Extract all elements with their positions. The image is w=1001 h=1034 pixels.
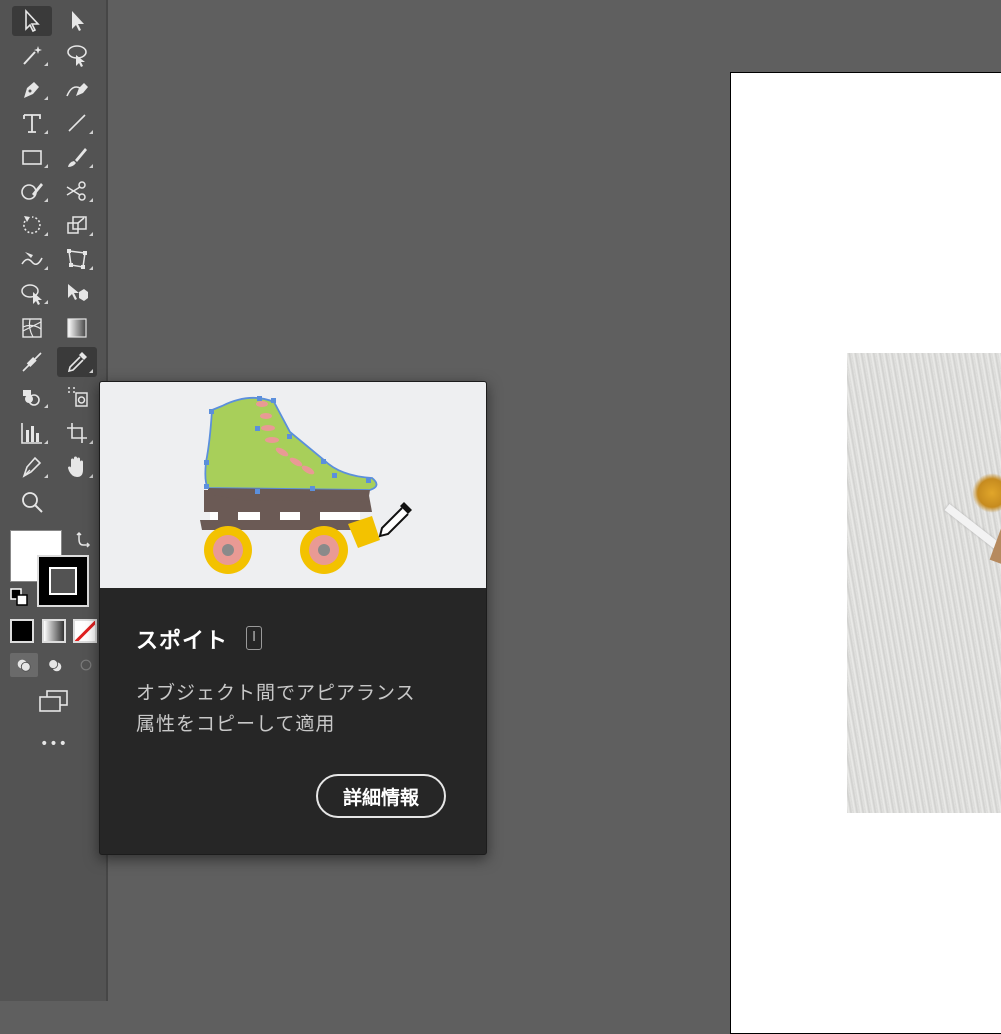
lasso-tool[interactable] (57, 40, 97, 70)
blend-tool-icon (22, 352, 42, 372)
line-segment-tool[interactable] (57, 108, 97, 138)
artboard-tool[interactable] (57, 382, 97, 412)
paintbrush-tool[interactable] (57, 142, 97, 172)
mesh-tool-icon (22, 318, 42, 338)
stroke-swatch[interactable] (37, 555, 89, 607)
hand-tool-icon (68, 456, 83, 477)
default-fill-stroke-icon[interactable] (10, 588, 28, 606)
gradient-tool[interactable] (57, 313, 97, 343)
symbol-sprayer-tool[interactable] (12, 382, 52, 412)
rectangle-tool[interactable] (12, 142, 52, 172)
roller-skate-illustration (200, 396, 412, 574)
scale-tool-icon (67, 216, 87, 234)
screen-mode-icon[interactable] (37, 688, 71, 714)
edit-toolbar-button[interactable]: ••• (38, 736, 70, 752)
tooltip-description-line: オブジェクト間でアピアランス (136, 682, 416, 704)
tooltip-title: スポイト (136, 629, 229, 654)
magic-wand-tool[interactable] (12, 40, 52, 70)
magic-wand-tool-icon (23, 46, 42, 65)
type-tool-icon (23, 114, 41, 133)
zoom-tool-icon (22, 492, 43, 513)
rectangle-tool-icon (22, 150, 42, 165)
free-transform-tool-icon (67, 249, 87, 269)
warp-tool-icon (21, 252, 43, 266)
symbol-sprayer-tool-icon (23, 390, 40, 406)
hand-tool[interactable] (57, 452, 97, 482)
column-graph-tool[interactable] (12, 418, 52, 448)
tooltip-illustration (100, 382, 486, 588)
draw-normal-button[interactable] (10, 653, 38, 677)
tooltip-shortcut-key: I (246, 626, 262, 650)
zoom-tool[interactable] (12, 487, 52, 517)
tooltip-description-line: 属性をコピーして適用 (136, 713, 336, 735)
selection-tool[interactable] (12, 6, 52, 36)
gradient-mode-button[interactable] (42, 619, 66, 643)
tool-tip-popup: スポイト I オブジェクト間でアピアランス 属性をコピーして適用 詳細情報 (99, 381, 487, 855)
direct-selection-tool[interactable] (57, 6, 97, 36)
eyedropper-tool-icon (67, 352, 87, 373)
selection-tool-icon (25, 8, 40, 33)
lasso-tool-icon (67, 45, 87, 67)
draw-behind-button[interactable] (41, 653, 69, 677)
column-graph-tool-icon (21, 423, 42, 444)
direct-selection-tool-icon (72, 11, 84, 31)
tools-panel: ••• (0, 0, 108, 1001)
mesh-tool[interactable] (12, 313, 52, 343)
learn-more-button[interactable]: 詳細情報 (316, 774, 446, 818)
scissors-tool[interactable] (57, 176, 97, 206)
crop-tool[interactable] (57, 418, 97, 448)
placed-photo[interactable] (847, 353, 1001, 813)
draw-behind-icon (48, 659, 62, 672)
line-segment-tool-icon (68, 114, 86, 132)
none-mode-button[interactable] (73, 619, 97, 643)
warp-tool[interactable] (12, 244, 52, 274)
blend-tool[interactable] (12, 347, 52, 377)
curvature-tool[interactable] (57, 74, 97, 104)
color-mode-button[interactable] (10, 619, 34, 643)
swap-fill-stroke-icon[interactable] (74, 530, 94, 550)
shaper-tool[interactable] (12, 176, 52, 206)
scissors-tool-icon (66, 181, 86, 201)
free-transform-tool[interactable] (57, 244, 97, 274)
artboard-tool-icon (68, 387, 88, 407)
curvature-tool-icon (66, 83, 88, 97)
paint-tool-icon (22, 456, 42, 478)
draw-normal-icon (17, 659, 31, 672)
shaper-tool-icon (21, 183, 43, 200)
rotate-tool-icon (23, 216, 41, 234)
paint-tool[interactable] (12, 452, 52, 482)
type-tool[interactable] (12, 108, 52, 138)
crop-tool-icon (67, 423, 87, 443)
shape-builder-tool-icon (21, 284, 42, 305)
eyedropper-tool[interactable] (57, 347, 97, 377)
perspective-grid-tool-icon (68, 284, 88, 301)
tooltip-description: オブジェクト間でアピアランス 属性をコピーして適用 (136, 678, 456, 740)
shape-builder-tool[interactable] (12, 278, 52, 308)
pen-tool-icon (24, 82, 39, 98)
photo-detail-flower (972, 473, 1001, 513)
draw-inside-button[interactable] (72, 653, 100, 677)
rotate-tool[interactable] (12, 210, 52, 240)
draw-inside-icon (80, 659, 92, 671)
perspective-grid-tool[interactable] (57, 278, 97, 308)
scale-tool[interactable] (57, 210, 97, 240)
pen-tool[interactable] (12, 74, 52, 104)
gradient-tool-icon (67, 318, 87, 338)
paintbrush-tool-icon (68, 148, 87, 167)
